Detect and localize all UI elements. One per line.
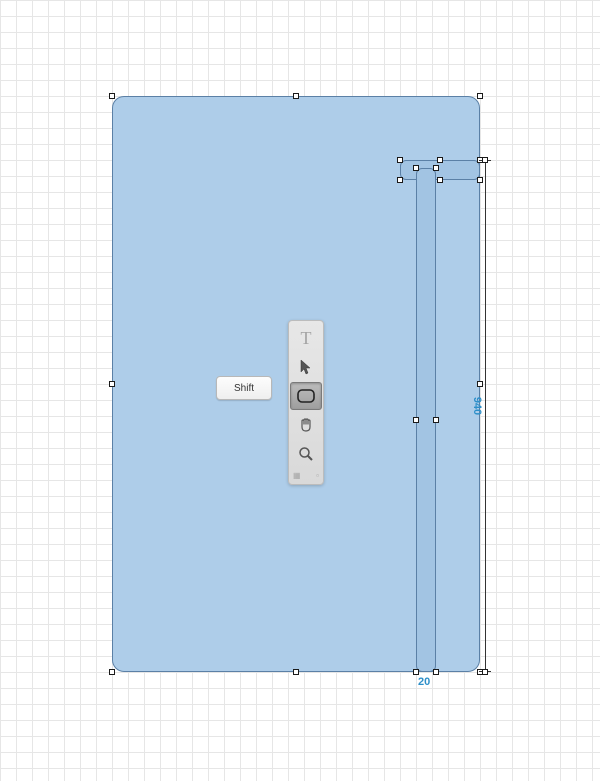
dimension-height-value: 940	[471, 397, 483, 415]
pointer-tool[interactable]	[290, 353, 322, 381]
selection-handle[interactable]	[433, 165, 439, 171]
selection-handle[interactable]	[109, 669, 115, 675]
selection-handle[interactable]	[477, 381, 483, 387]
selection-handle[interactable]	[413, 165, 419, 171]
selection-handle[interactable]	[437, 177, 443, 183]
dimension-height-line	[485, 160, 486, 672]
rounded-rect-icon	[297, 389, 315, 403]
rounded-rect-tool[interactable]	[290, 382, 322, 410]
selection-handle[interactable]	[437, 157, 443, 163]
selection-handle[interactable]	[109, 93, 115, 99]
selection-handle[interactable]	[109, 381, 115, 387]
shift-key-label: Shift	[234, 383, 254, 394]
hand-tool[interactable]	[290, 411, 322, 439]
text-tool[interactable]: T	[290, 324, 322, 352]
dimension-handle[interactable]	[482, 157, 488, 163]
selection-handle[interactable]	[413, 417, 419, 423]
selection-handle[interactable]	[397, 177, 403, 183]
shift-key-hint: Shift	[216, 376, 272, 400]
selection-handle[interactable]	[477, 177, 483, 183]
selection-handle[interactable]	[293, 669, 299, 675]
tool-palette[interactable]: T ▦ ▫	[288, 320, 324, 485]
footer-dot-icon: ▫	[316, 471, 319, 480]
pointer-icon	[299, 359, 313, 375]
selection-handle[interactable]	[413, 669, 419, 675]
dimension-width-value: 20	[418, 676, 430, 688]
footer-dot-icon: ▦	[293, 471, 301, 480]
selection-handle[interactable]	[433, 417, 439, 423]
selection-handle[interactable]	[433, 669, 439, 675]
magnifier-icon	[298, 446, 314, 462]
text-tool-icon: T	[301, 328, 312, 349]
selection-handle[interactable]	[293, 93, 299, 99]
tool-palette-footer: ▦ ▫	[289, 469, 323, 482]
selection-handle[interactable]	[477, 93, 483, 99]
drawing-canvas[interactable]: 940 20 Shift T	[0, 0, 600, 781]
dimension-handle[interactable]	[482, 669, 488, 675]
selection-handle[interactable]	[397, 157, 403, 163]
hand-icon	[298, 417, 314, 433]
zoom-tool[interactable]	[290, 440, 322, 468]
